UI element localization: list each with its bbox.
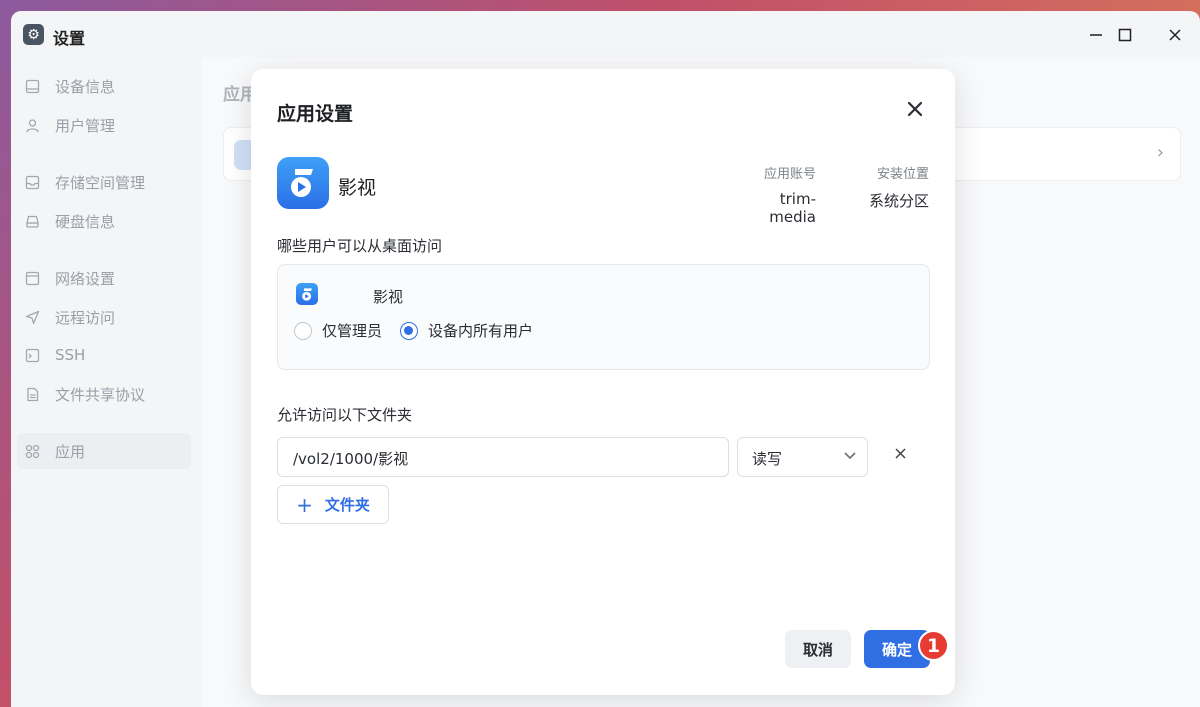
add-folder-button[interactable]: + 文件夹 [277,485,389,524]
dialog-title: 应用设置 [277,103,354,125]
dialog-close-button[interactable] [903,97,927,121]
sidebar-item-storage[interactable]: 存储空间管理 [17,164,191,200]
perm-app-name: 影视 [373,288,404,306]
sidebar-item-label: 用户管理 [55,116,116,135]
remote-icon [23,308,41,326]
sidebar-item-disk-info[interactable]: 硬盘信息 [17,203,191,239]
minimize-icon [1090,34,1102,36]
sidebar-item-label: 存储空间管理 [55,173,146,192]
permission-value: 读写 [752,450,783,468]
location-label: 安装位置 [876,167,929,182]
file-share-icon [23,385,41,403]
storage-icon [23,173,41,191]
sidebar-item-label: 网络设置 [55,269,116,288]
radio-admin-label[interactable]: 仅管理员 [322,320,382,341]
install-location-block: 安装位置 系统分区 [851,163,929,211]
account-label: 应用账号 [763,167,816,182]
minimize-button[interactable] [1084,23,1108,47]
sidebar-item-network[interactable]: 网络设置 [17,260,191,296]
sidebar-item-label: 应用 [55,442,86,461]
step-badge: 1 [918,630,949,661]
sidebar-item-file-share[interactable]: 文件共享协议 [17,376,191,412]
ssh-icon [23,346,41,364]
access-radio-group: 仅管理员 设备内所有用户 [294,320,551,341]
close-icon [1169,29,1181,41]
apps-icon [23,442,41,460]
app-name: 影视 [338,177,377,199]
titlebar: ⚙ 设置 [11,11,1200,57]
sidebar-item-label: SSH [55,346,86,364]
radio-all-users[interactable] [400,321,419,340]
account-value: trim-media [769,190,816,226]
remove-folder-button[interactable] [891,443,909,463]
sidebar: 设备信息 用户管理 存储空间管理 硬盘信息 网络设置 远程访问 SSH 文件共享… [11,57,201,707]
sidebar-item-device-info[interactable]: 设备信息 [17,68,191,104]
radio-all-users-label[interactable]: 设备内所有用户 [428,320,533,341]
plus-icon: + [296,492,313,517]
chevron-right-icon: › [1156,142,1164,163]
sidebar-item-apps[interactable]: 应用 [17,433,191,469]
sidebar-item-users[interactable]: 用户管理 [17,107,191,143]
location-value: 系统分区 [868,192,929,210]
sidebar-item-ssh[interactable]: SSH [17,337,191,373]
sidebar-item-label: 远程访问 [55,308,116,327]
folders-label: 允许访问以下文件夹 [277,406,413,424]
app-settings-dialog: 应用设置 影视 应用账号 trim-media 安装位置 系统分区 哪些用户可以… [251,69,955,695]
close-icon [907,101,923,117]
settings-gear-icon: ⚙ [23,24,44,45]
device-icon [23,77,41,95]
network-icon [23,269,41,287]
add-folder-label: 文件夹 [324,496,370,514]
desktop-access-box: 影视 仅管理员 设备内所有用户 [277,264,930,370]
sidebar-item-label: 设备信息 [55,77,116,96]
folder-permission-select[interactable]: 读写 [737,437,868,477]
close-window-button[interactable] [1163,23,1187,47]
maximize-button[interactable] [1113,23,1137,47]
app-account-block: 应用账号 trim-media [735,163,816,226]
window-title: 设置 [53,29,86,48]
user-icon [23,116,41,134]
film-app-logo-icon [277,157,329,209]
close-icon [894,447,906,459]
folder-path-input[interactable]: /vol2/1000/影视 [277,437,729,477]
chevron-down-icon [843,447,857,466]
maximize-icon [1118,28,1132,42]
radio-admin-only[interactable] [294,321,312,340]
film-app-small-icon [296,283,318,305]
desktop-access-label: 哪些用户可以从桌面访问 [277,237,443,255]
disk-icon [23,212,41,230]
sidebar-item-label: 硬盘信息 [55,212,116,231]
sidebar-item-remote-access[interactable]: 远程访问 [17,299,191,335]
cancel-button[interactable]: 取消 [785,630,851,668]
sidebar-item-label: 文件共享协议 [55,385,146,404]
